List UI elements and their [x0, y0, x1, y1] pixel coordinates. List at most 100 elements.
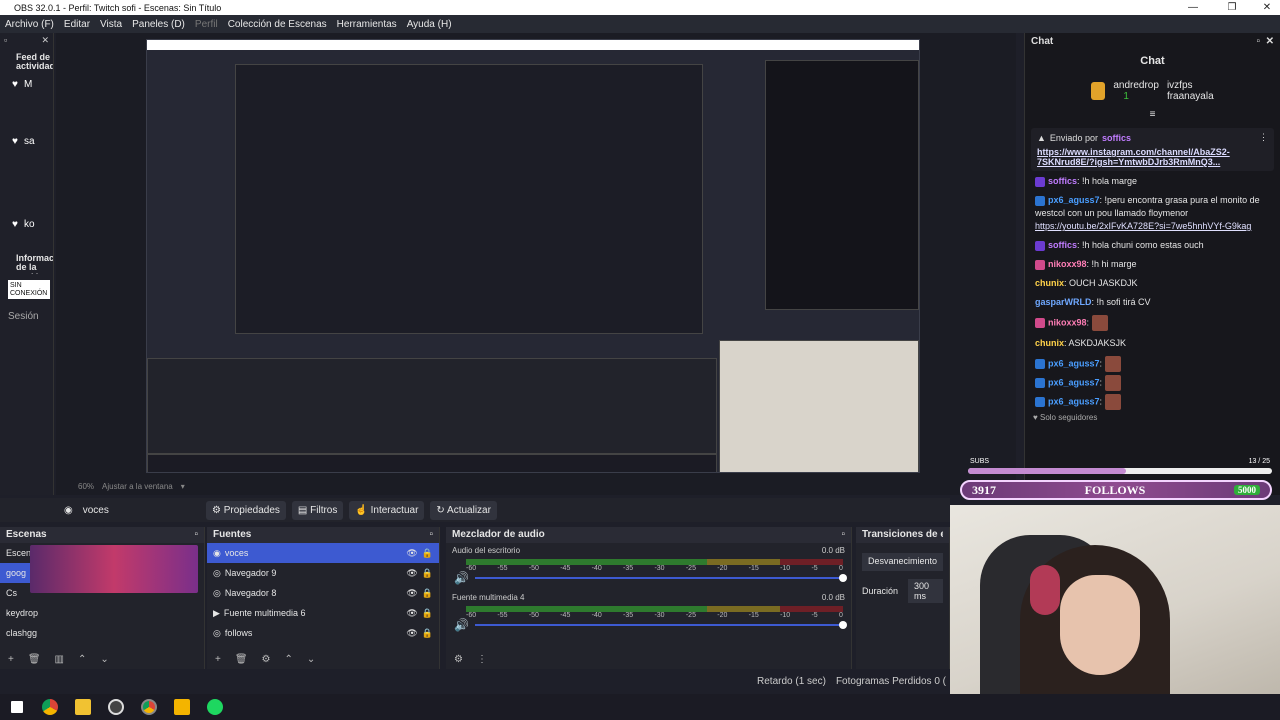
lock-icon[interactable]: 🔒 — [422, 608, 433, 619]
source-item[interactable]: ◎ follows 👁 🔒 — [207, 623, 439, 643]
dock-float-icon[interactable]: ▫ — [841, 529, 845, 541]
lock-icon[interactable]: 🔒 — [422, 628, 433, 639]
lock-icon[interactable]: 🔒 — [422, 588, 433, 599]
app-icon[interactable] — [165, 694, 198, 720]
source-item[interactable]: ◉ voces 👁 🔒 — [207, 543, 439, 563]
add-icon[interactable]: + — [215, 654, 221, 665]
volume-slider[interactable] — [474, 621, 847, 629]
chat-message: nikoxx98: — [1035, 315, 1270, 332]
transitions-title: Transiciones de esce — [862, 529, 943, 540]
eye-icon[interactable]: 👁 — [406, 608, 417, 619]
more-icon[interactable]: ⋮ — [1259, 132, 1268, 143]
emote-icon — [1091, 315, 1108, 332]
chevron-down-icon[interactable]: ▾ — [181, 482, 185, 491]
volume-slider-knob[interactable] — [839, 574, 847, 582]
file-explorer-icon[interactable] — [66, 694, 99, 720]
properties-button[interactable]: ⚙ Propiedades — [206, 500, 286, 520]
chat-text: : — [1099, 358, 1103, 369]
close-icon[interactable]: ✕ — [1254, 0, 1280, 15]
gear-icon[interactable]: ⚙ — [262, 654, 271, 665]
window-title: OBS 32.0.1 - Perfil: Twitch sofi - Escen… — [14, 2, 222, 13]
filter-icon[interactable]: ▥ — [55, 654, 64, 665]
emote-icon — [1104, 356, 1121, 373]
eye-icon[interactable]: 👁 — [406, 568, 417, 579]
chat-username[interactable]: chunix — [1035, 338, 1064, 348]
lock-icon[interactable]: 🔒 — [422, 548, 433, 559]
menu-editar[interactable]: Editar — [59, 19, 95, 30]
more-icon[interactable]: ⋮ — [477, 654, 487, 665]
chat-link[interactable]: https://youtu.be/2xIFvKA728E?si=7we5hnhV… — [1035, 221, 1251, 231]
minimize-icon[interactable]: — — [1180, 0, 1206, 15]
dock-close-icon[interactable]: ✕ — [41, 35, 49, 47]
chat-username[interactable]: gasparWRLD — [1035, 297, 1092, 307]
eye-icon[interactable]: 👁 — [406, 548, 417, 559]
menu-ayuda[interactable]: Ayuda (H) — [402, 19, 457, 30]
chat-username[interactable]: px6_aguss7 — [1048, 397, 1100, 407]
duration-input[interactable]: 300 ms — [908, 579, 943, 603]
restore-icon[interactable]: ❐ — [1219, 0, 1245, 15]
move-up-icon[interactable]: ⌃ — [78, 654, 86, 665]
chat-username[interactable]: nikoxx98 — [1048, 259, 1087, 269]
interact-button[interactable]: ☝ Interactuar — [349, 500, 425, 520]
chat-username[interactable]: soffics — [1048, 176, 1077, 186]
move-down-icon[interactable]: ⌄ — [307, 654, 315, 665]
chrome-profile-icon[interactable] — [132, 694, 165, 720]
windows-start-icon[interactable] — [0, 694, 33, 720]
chat-username[interactable]: px6_aguss7 — [1048, 378, 1100, 388]
move-up-icon[interactable]: ⌃ — [285, 654, 293, 665]
menu-herramientas[interactable]: Herramientas — [332, 19, 402, 30]
chevron-down-icon[interactable]: ≡ — [1025, 109, 1280, 120]
source-toolbar: ◉ voces ⚙ Propiedades ▤ Filtros ☝ Intera… — [0, 498, 950, 522]
source-item[interactable]: ▶ Fuente multimedia 6 👁 🔒 — [207, 603, 439, 623]
scene-item[interactable]: keydrop — [0, 603, 204, 623]
source-item[interactable]: ◎ Navegador 8 👁 🔒 — [207, 583, 439, 603]
source-item[interactable]: ◎ Navegador 9 👁 🔒 — [207, 563, 439, 583]
badge-icon — [1035, 240, 1045, 251]
refresh-button[interactable]: ↻ Actualizar — [430, 500, 497, 520]
leader-name: fraanayala — [1166, 91, 1214, 102]
move-down-icon[interactable]: ⌄ — [100, 654, 108, 665]
obs-icon[interactable] — [99, 694, 132, 720]
dock-float-icon[interactable]: ▫ — [1257, 36, 1261, 47]
refresh-label: Actualizar — [447, 504, 491, 516]
chat-username[interactable]: soffics — [1048, 240, 1077, 250]
eye-icon[interactable]: 👁 — [406, 588, 417, 599]
speaker-icon[interactable]: 🔊 — [454, 618, 469, 632]
menu-vista[interactable]: Vista — [95, 19, 127, 30]
window-title-bar: OBS 32.0.1 - Perfil: Twitch sofi - Escen… — [0, 0, 1280, 15]
chat-username[interactable]: nikoxx98 — [1048, 318, 1087, 328]
filters-button[interactable]: ▤ Filtros — [291, 500, 344, 520]
scene-item[interactable]: goog — [0, 563, 30, 583]
dock-float-icon[interactable]: ▫ — [4, 35, 7, 47]
dock-close-icon[interactable]: ✕ — [1266, 36, 1274, 47]
add-icon[interactable]: + — [8, 654, 14, 665]
scene-item[interactable]: clashgg — [0, 623, 204, 643]
trash-icon[interactable]: 🗑 — [28, 654, 41, 665]
spotify-icon[interactable] — [198, 694, 231, 720]
chat-message: chunix: OUCH JASKDJK — [1035, 277, 1270, 290]
chat-username[interactable]: px6_aguss7 — [1048, 359, 1100, 369]
dock-float-icon[interactable]: ▫ — [194, 529, 198, 541]
menu-perfil[interactable]: Perfil — [190, 19, 223, 30]
lock-icon[interactable]: 🔒 — [422, 568, 433, 579]
pinned-link[interactable]: https://www.instagram.com/channel/AbaZS2… — [1037, 147, 1268, 167]
zoom-level[interactable]: 60% — [78, 482, 94, 491]
volume-slider-knob[interactable] — [839, 621, 847, 629]
volume-slider[interactable] — [474, 574, 847, 582]
feed-item: ♥ ko — [12, 219, 53, 230]
eye-icon[interactable]: 👁 — [406, 628, 417, 639]
dock-float-icon[interactable]: ▫ — [429, 529, 433, 541]
chat-username[interactable]: chunix — [1035, 278, 1064, 288]
advanced-audio-icon[interactable]: ⚙ — [454, 654, 463, 665]
trash-icon[interactable]: 🗑 — [235, 654, 248, 665]
menu-archivo[interactable]: Archivo (F) — [0, 19, 59, 30]
channel-name: Audio del escritorio — [452, 546, 521, 555]
transition-select[interactable]: Desvanecimiento — [862, 553, 943, 571]
chat-username[interactable]: px6_aguss7 — [1048, 195, 1100, 205]
speaker-icon[interactable]: 🔊 — [454, 571, 469, 585]
fit-window-label[interactable]: Ajustar a la ventana — [102, 482, 173, 491]
menu-paneles[interactable]: Paneles (D) — [127, 19, 190, 30]
preview-canvas[interactable]: 60% Ajustar a la ventana ▾ — [56, 33, 1016, 495]
chrome-icon[interactable] — [33, 694, 66, 720]
menu-coleccion-escenas[interactable]: Colección de Escenas — [223, 19, 332, 30]
